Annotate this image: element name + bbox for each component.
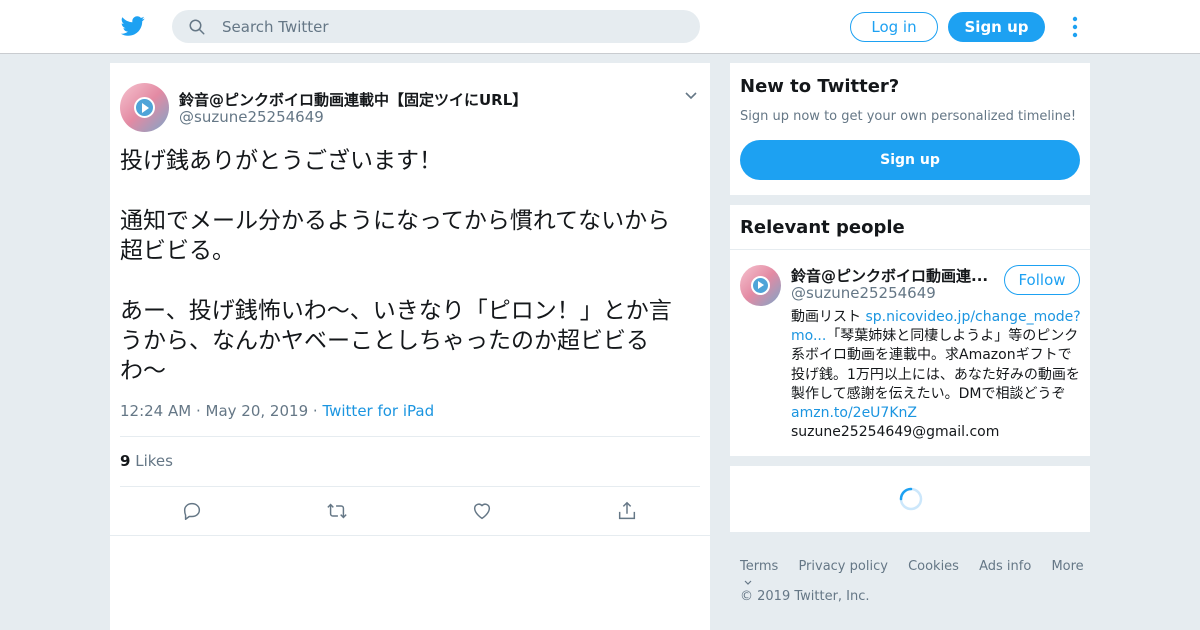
author-handle[interactable]: @suzune25254649 (179, 108, 324, 126)
footer: Terms Privacy policy Cookies Ads info Mo… (740, 559, 1090, 589)
tweet-card: 鈴音@ピンクボイロ動画連載中【固定ツイにURL】 @suzune25254649… (110, 63, 710, 630)
tweet-metadata: 12:24 AM · May 20, 2019 · Twitter for iP… (120, 402, 434, 420)
divider (120, 436, 700, 437)
person-handle[interactable]: @suzune25254649 (791, 284, 936, 302)
card-title: New to Twitter? (740, 76, 900, 97)
loading-card (730, 466, 1090, 532)
tweet-date[interactable]: May 20, 2019 (206, 402, 309, 420)
footer-link-ads[interactable]: Ads info (979, 559, 1031, 574)
footer-link-terms[interactable]: Terms (740, 559, 778, 574)
more-vertical-icon[interactable] (1068, 14, 1082, 40)
footer-more-label: More (1051, 559, 1084, 574)
sidebar-signup-button[interactable]: Sign up (740, 140, 1080, 180)
person-bio: 動画リスト sp.nicovideo.jp/change_mode?mo...「… (791, 308, 1081, 442)
reply-icon[interactable] (181, 500, 203, 522)
avatar[interactable] (120, 83, 169, 132)
footer-link-cookies[interactable]: Cookies (908, 559, 959, 574)
bio-text: 動画リスト (791, 309, 866, 325)
likes-count: 9 (120, 452, 131, 470)
share-icon[interactable] (616, 500, 638, 522)
divider (120, 486, 700, 487)
top-navigation-bar: Search Twitter Log in Sign up (0, 0, 1200, 54)
search-placeholder: Search Twitter (222, 18, 329, 36)
bio-text: 「琴葉姉妹と同棲しようよ」等のピンク系ボイロ動画を連載中。求Amazonギフトで… (791, 328, 1080, 402)
search-icon (189, 19, 205, 35)
follow-button[interactable]: Follow (1004, 265, 1080, 295)
author-name[interactable]: 鈴音@ピンクボイロ動画連載中【固定ツイにURL】 (179, 89, 527, 110)
copyright: © 2019 Twitter, Inc. (740, 589, 870, 604)
search-input[interactable]: Search Twitter (172, 10, 700, 43)
relevant-people-card: Relevant people 鈴音@ピンクボイロ動画連... @suzune2… (730, 205, 1090, 456)
bio-link[interactable]: amzn.to/2eU7KnZ (791, 405, 917, 421)
retweet-icon[interactable] (326, 500, 348, 522)
new-to-twitter-card: New to Twitter? Sign up now to get your … (730, 63, 1090, 195)
chevron-down-icon (744, 580, 752, 585)
footer-link-privacy[interactable]: Privacy policy (798, 559, 887, 574)
likes-label: Likes (135, 452, 173, 470)
likes-stat[interactable]: 9 Likes (120, 452, 173, 470)
meta-separator: · (312, 402, 323, 420)
play-icon (134, 97, 155, 118)
card-subtitle: Sign up now to get your own personalized… (740, 109, 1077, 124)
divider (110, 535, 710, 536)
card-title: Relevant people (740, 217, 905, 238)
bio-email: suzune25254649@gmail.com (791, 424, 1000, 441)
play-icon (751, 276, 770, 295)
meta-separator: · (195, 402, 206, 420)
person-name[interactable]: 鈴音@ピンクボイロ動画連... (791, 265, 991, 286)
loading-spinner-icon (899, 487, 923, 511)
login-button[interactable]: Log in (850, 12, 938, 42)
tweet-source-link[interactable]: Twitter for iPad (322, 402, 434, 420)
chevron-down-icon[interactable] (684, 89, 698, 103)
tweet-text: 投げ銭ありがとうございます！ 通知でメール分かるようになってから慣れてないから … (120, 148, 672, 384)
divider (730, 249, 1090, 250)
like-icon[interactable] (471, 500, 493, 522)
twitter-bird-icon[interactable] (120, 14, 146, 38)
tweet-time[interactable]: 12:24 AM (120, 402, 191, 420)
signup-button[interactable]: Sign up (948, 12, 1045, 42)
avatar[interactable] (740, 265, 781, 306)
